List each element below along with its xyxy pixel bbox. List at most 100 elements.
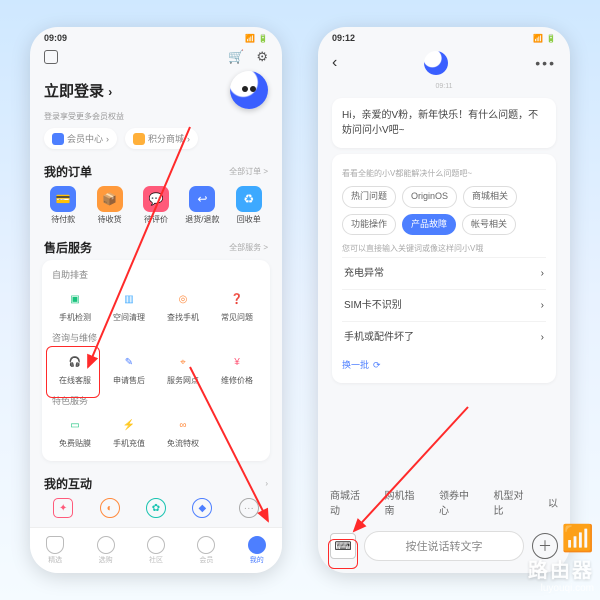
chevron-right-icon: ›	[541, 298, 544, 313]
status-icons-r: 📶🔋	[530, 33, 556, 43]
top-actions: 🛒 ⚙	[228, 49, 268, 65]
tab-member[interactable]: 会员	[181, 528, 231, 573]
greeting-bubble: Hi，亲爱的V粉，新年快乐！有什么问题，不妨问问小V吧~	[332, 98, 556, 148]
group-special: 特色服务	[48, 394, 264, 411]
chip-account[interactable]: 帐号相关	[462, 214, 516, 236]
consult-store[interactable]: ⌖服务网点	[156, 348, 210, 390]
row-broken[interactable]: 手机或配件坏了›	[342, 321, 546, 353]
chevron-right-icon: ›	[541, 330, 544, 345]
keyboard-toggle[interactable]: ⌨	[330, 533, 356, 559]
interact-header: 我的互动 ›	[30, 469, 282, 496]
status-icons: 📶🔋	[242, 33, 268, 43]
member-center-pill[interactable]: 会员中心›	[44, 128, 117, 149]
after-more[interactable]: 全部服务 >	[229, 242, 268, 253]
hs-more[interactable]: 以	[548, 495, 558, 510]
capabilities-text: 看看全能的小V都能解决什么问题吧~	[342, 168, 546, 180]
interact-5[interactable]: ···	[226, 496, 272, 520]
chat-top-bar: ‹ •••	[318, 45, 570, 81]
member-icon	[52, 133, 64, 145]
chip-fault[interactable]: 产品故障	[402, 214, 456, 236]
bottom-tabs-scroll[interactable]: 商城活动 购机指南 领券中心 机型对比 以	[318, 481, 570, 523]
special-freeflow[interactable]: ∞免流特权	[156, 411, 210, 453]
order-refund[interactable]: ↩退货/退款	[179, 184, 225, 227]
hs-mall[interactable]: 商城活动	[330, 487, 367, 517]
points-mall-pill[interactable]: 积分商城›	[125, 128, 198, 149]
interact-title: 我的互动	[44, 475, 92, 492]
watermark-cn: 路由器	[528, 554, 594, 583]
cart-icon[interactable]: 🛒	[228, 49, 244, 65]
chip-mall[interactable]: 商城相关	[463, 186, 517, 208]
service-card: 自助排查 ▣手机检测 ▥空间清理 ◎查找手机 ❓常见问题 咨询与维修 🎧在线客服…	[42, 260, 270, 461]
settings-icon[interactable]	[44, 50, 58, 64]
top-bar: 🛒 ⚙	[30, 45, 282, 69]
self-storage[interactable]: ▥空间清理	[102, 285, 156, 327]
orders-header: 我的订单 全部订单 >	[30, 157, 282, 184]
quick-pills: 会员中心› 积分商城›	[30, 128, 282, 157]
interact-3[interactable]: ✿	[133, 496, 179, 520]
gear-icon[interactable]: ⚙	[256, 49, 268, 65]
msg-time: 09:11	[318, 81, 570, 92]
login-row[interactable]: 立即登录 ›	[30, 69, 282, 111]
greeting-text: Hi，亲爱的V粉，新年快乐！有什么问题，不妨问问小V吧~	[342, 108, 546, 138]
orders-more[interactable]: 全部订单 >	[229, 166, 268, 177]
chevron-right-icon: ›	[541, 266, 544, 281]
points-icon	[133, 133, 145, 145]
interact-4[interactable]: ◆	[179, 496, 225, 520]
hs-compare[interactable]: 机型对比	[494, 487, 531, 517]
tab-mine[interactable]: 我的	[232, 528, 282, 573]
order-review[interactable]: 💬待评价	[133, 184, 179, 227]
tab-featured[interactable]: 精选	[30, 528, 80, 573]
hs-guide[interactable]: 购机指南	[385, 487, 422, 517]
order-pay[interactable]: 💳待付款	[40, 184, 86, 227]
status-bar: 09:09 📶🔋	[30, 27, 282, 45]
tab-community[interactable]: 社区	[131, 528, 181, 573]
phone-left: 09:09 📶🔋 🛒 ⚙ 立即登录 › 登录享受更多会员权益 会员中心› 积分商…	[30, 27, 282, 573]
chip-row: 热门问题 OriginOS 商城相关 功能操作 产品故障 帐号相关	[342, 186, 546, 235]
back-button[interactable]: ‹	[332, 54, 337, 72]
interact-1[interactable]: ✦	[40, 496, 86, 520]
order-receive[interactable]: 📦待收货	[86, 184, 132, 227]
tab-shop[interactable]: 选购	[80, 528, 130, 573]
chip-originos[interactable]: OriginOS	[402, 186, 457, 208]
member-label: 会员中心	[67, 132, 103, 145]
consult-price[interactable]: ¥维修价格	[210, 348, 264, 390]
tab-bar: 精选 选购 社区 会员 我的	[30, 527, 282, 573]
menu-bubble: 看看全能的小V都能解决什么问题吧~ 热门问题 OriginOS 商城相关 功能操…	[332, 154, 556, 383]
special-film[interactable]: ▭免费贴膜	[48, 411, 102, 453]
interact-2[interactable]: ◐	[86, 496, 132, 520]
voice-input[interactable]: 按住说话转文字	[364, 531, 524, 561]
chevron-right-icon: ›	[108, 85, 112, 99]
self-faq[interactable]: ❓常见问题	[210, 285, 264, 327]
special-recharge[interactable]: ⚡手机充值	[102, 411, 156, 453]
self-find-phone[interactable]: ◎查找手机	[156, 285, 210, 327]
watermark-url: luyouqi.com	[528, 583, 594, 594]
after-title: 售后服务	[44, 239, 92, 256]
login-title: 立即登录	[44, 83, 104, 100]
special-blank	[210, 411, 264, 453]
status-bar-r: 09:12 📶🔋	[318, 27, 570, 45]
chip-feature[interactable]: 功能操作	[342, 214, 396, 236]
self-phone-check[interactable]: ▣手机检测	[48, 285, 102, 327]
avatar[interactable]	[230, 71, 268, 109]
chip-hot[interactable]: 热门问题	[342, 186, 396, 208]
consult-apply[interactable]: ✎申请售后	[102, 348, 156, 390]
order-recycle[interactable]: ♻回收单	[226, 184, 272, 227]
hs-coupon[interactable]: 领券中心	[439, 487, 476, 517]
watermark: 📶 路由器 luyouqi.com	[528, 523, 594, 594]
consult-online-service[interactable]: 🎧在线客服	[48, 348, 102, 390]
hint-text: 您可以直接输入关键词或像这样问小V哦	[342, 243, 546, 255]
group-consult: 咨询与维修	[48, 331, 264, 348]
orders-title: 我的订单	[44, 163, 92, 180]
bot-avatar[interactable]	[424, 51, 448, 75]
refresh-icon: ⟳	[373, 359, 381, 373]
login-subtitle: 登录享受更多会员权益	[30, 111, 282, 128]
status-time: 09:09	[44, 33, 67, 43]
refresh-batch[interactable]: 换一批⟳	[342, 353, 546, 373]
group-self: 自助排查	[48, 268, 264, 285]
after-header: 售后服务 全部服务 >	[30, 233, 282, 260]
interact-more[interactable]: ›	[265, 479, 268, 488]
more-button[interactable]: •••	[535, 55, 556, 71]
orders-grid: 💳待付款 📦待收货 💬待评价 ↩退货/退款 ♻回收单	[30, 184, 282, 233]
row-charging[interactable]: 充电异常›	[342, 257, 546, 289]
row-sim[interactable]: SIM卡不识别›	[342, 289, 546, 321]
